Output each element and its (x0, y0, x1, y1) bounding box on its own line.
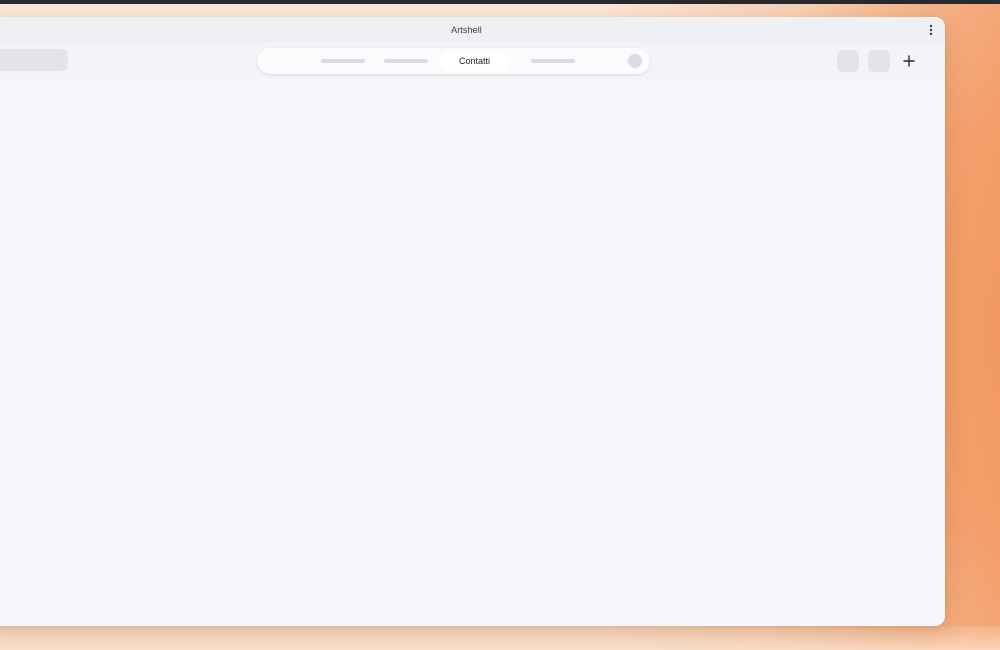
toolbar-button-2[interactable] (868, 50, 890, 72)
tab-placeholder-2[interactable] (384, 59, 428, 63)
main-content-area (0, 79, 945, 626)
window-title: Artshell (451, 25, 482, 35)
kebab-menu-icon[interactable] (923, 22, 939, 38)
desktop-top-bar (0, 0, 1000, 4)
tab-placeholder-1[interactable] (321, 59, 365, 63)
tab-contatti[interactable]: Contatti (440, 51, 509, 71)
toolbar-button-1[interactable] (837, 50, 859, 72)
tab-placeholder-4[interactable] (531, 59, 575, 63)
title-bar[interactable]: Artshell (0, 17, 945, 43)
plus-icon[interactable] (898, 50, 920, 72)
tab-strip-circle-button[interactable] (628, 54, 642, 68)
sidebar-search-placeholder[interactable] (0, 49, 68, 71)
app-window: Artshell Contatti (0, 17, 945, 626)
toolbar: Contatti (0, 43, 945, 80)
desktop-wallpaper-bottom (0, 626, 1000, 650)
tab-strip: Contatti (257, 48, 650, 74)
